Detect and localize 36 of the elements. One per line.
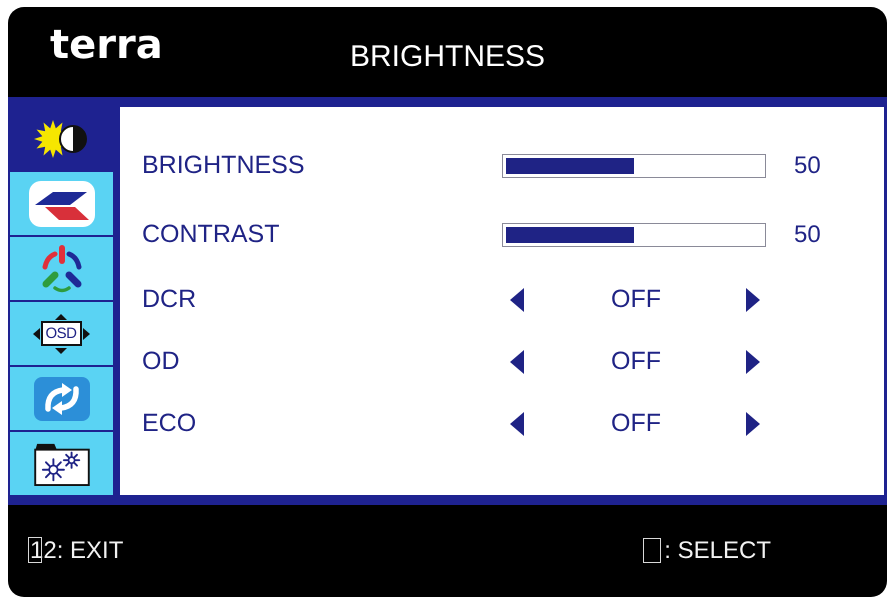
option-value: OFF (611, 348, 661, 376)
sidebar-tab[interactable]: OSD (10, 300, 113, 365)
option-value: OFF (611, 286, 661, 314)
down-triangle-icon (55, 348, 68, 354)
sidebar-tab[interactable] (10, 170, 113, 235)
setting-value: 50 (794, 152, 821, 180)
folder-gears-icon (34, 442, 90, 486)
slider-track[interactable] (502, 222, 766, 246)
left-arrow-icon[interactable] (510, 288, 524, 312)
left-arrow-icon[interactable] (510, 412, 524, 436)
sidebar-tab[interactable] (10, 430, 113, 495)
setting-label: ECO (142, 410, 196, 438)
option-value: OFF (611, 410, 661, 438)
slider-track[interactable] (502, 154, 766, 178)
key-box-icon (643, 538, 662, 564)
left-triangle-icon (32, 328, 40, 340)
osd-label: OSD (41, 321, 82, 346)
sun-contrast-icon (34, 118, 90, 158)
menu-title: BRIGHTNESS (350, 42, 546, 72)
right-triangle-icon (83, 328, 90, 340)
setting-label: DCR (142, 286, 196, 314)
right-arrow-icon[interactable] (746, 350, 760, 374)
right-arrow-icon[interactable] (746, 412, 760, 436)
setting-label: CONTRAST (142, 220, 280, 248)
setting-value: 50 (794, 220, 821, 248)
select-hint: : SELECT (664, 538, 771, 564)
refresh-icon (34, 376, 90, 420)
parallelograms-tile-icon (28, 180, 94, 226)
right-arrow-icon[interactable] (746, 288, 760, 312)
sidebar-tab[interactable] (10, 235, 113, 300)
up-triangle-icon (55, 314, 68, 320)
setting-label: OD (142, 348, 180, 376)
left-arrow-icon[interactable] (510, 350, 524, 374)
setting-label: BRIGHTNESS (142, 152, 305, 180)
sidebar-tab[interactable] (10, 365, 113, 430)
brand-logo: terra (50, 25, 163, 65)
